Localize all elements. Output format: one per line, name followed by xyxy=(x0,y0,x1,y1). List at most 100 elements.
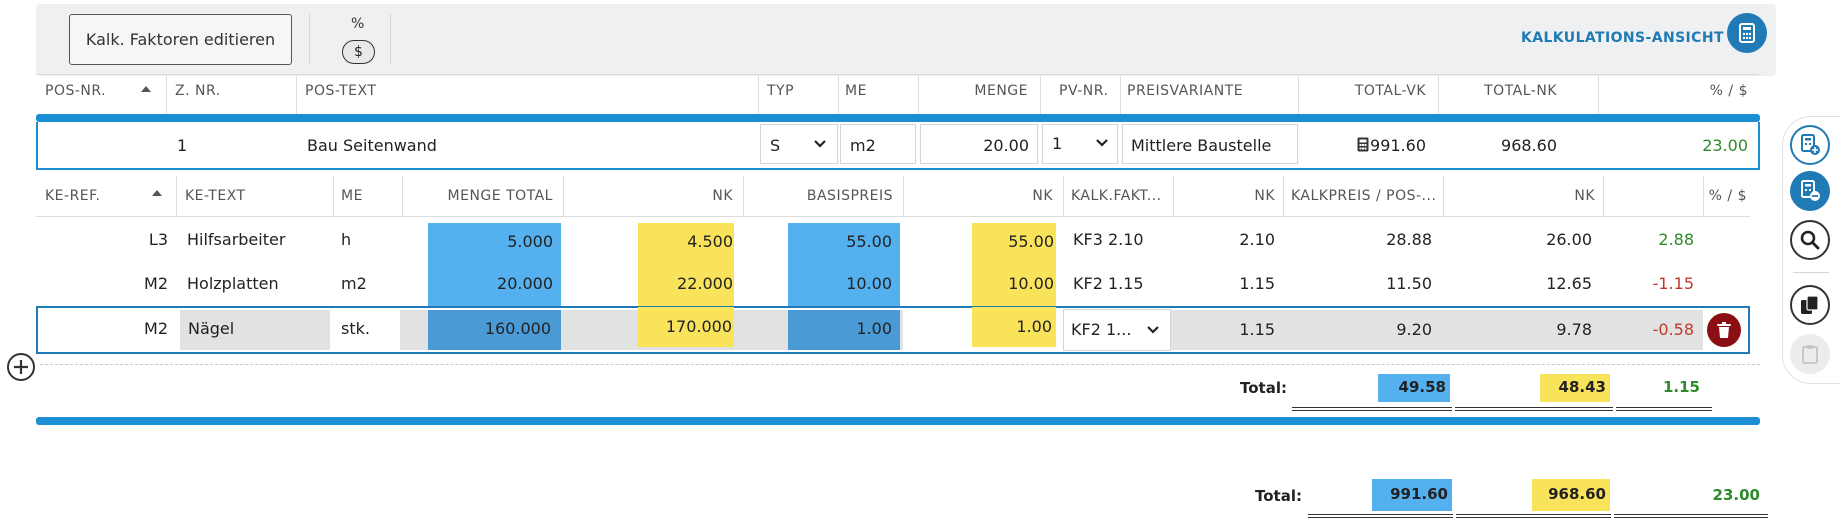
basispreis-cell[interactable]: 10.00 xyxy=(788,265,900,307)
col-ke-text: KE-TEXT xyxy=(185,188,246,204)
pct-value: 23.00 xyxy=(1702,136,1748,155)
nk1-cell[interactable]: 4.500 xyxy=(638,223,734,265)
menge-total-cell[interactable]: 20.000 xyxy=(428,265,561,307)
kalk-fakt-value[interactable]: KF3 2.10 xyxy=(1073,230,1144,249)
preisvariante-input[interactable]: Mittlere Baustelle xyxy=(1122,124,1298,164)
pv-nr-select[interactable]: 1 xyxy=(1042,124,1118,164)
ke-pct-value: 2.88 xyxy=(1658,230,1694,249)
ke-ref-value: M2 xyxy=(144,319,168,338)
col-kalk-fakt: KALK.FAKT... xyxy=(1071,188,1162,204)
typ-select[interactable]: S xyxy=(760,124,838,164)
grand-total-nk-cell: 968.60 xyxy=(1532,479,1610,511)
toolbar-divider xyxy=(309,14,310,64)
col-menge: MENGE xyxy=(974,83,1028,99)
kalk-fakt-value[interactable]: KF2 1.15 xyxy=(1073,274,1144,293)
delete-row-button[interactable] xyxy=(1707,313,1741,347)
col-ke-ref[interactable]: KE-REF. xyxy=(45,188,100,204)
me-input[interactable]: m2 xyxy=(840,124,916,164)
nk2-value: 55.00 xyxy=(1008,232,1054,251)
col-divider xyxy=(1438,76,1439,114)
col-divider xyxy=(1298,76,1299,114)
col-pos-nr[interactable]: POS-NR. xyxy=(45,83,106,99)
menge-input[interactable]: 20.00 xyxy=(920,124,1038,164)
nk1-cell[interactable]: 22.000 xyxy=(638,265,734,307)
dashed-separator xyxy=(40,364,1760,365)
grand-total-nk-value: 968.60 xyxy=(1548,485,1606,503)
kalk-fakt-select[interactable]: KF2 1... xyxy=(1063,309,1171,351)
percent-label: % xyxy=(351,16,365,32)
menge-total-cell[interactable]: 5.000 xyxy=(428,223,561,265)
trash-icon xyxy=(1717,322,1731,338)
ke-ref-value: M2 xyxy=(144,274,168,293)
col-divider xyxy=(1443,176,1444,216)
search-button[interactable] xyxy=(1790,220,1830,260)
ke-pct-value: -0.58 xyxy=(1652,320,1694,339)
pos-text-value[interactable]: Bau Seitenwand xyxy=(307,136,437,155)
paste-icon xyxy=(1802,345,1818,364)
menge-total-input[interactable]: 160.000 xyxy=(428,310,561,350)
col-nk-2: NK xyxy=(1032,188,1053,204)
percent-dollar-toggle[interactable]: $ xyxy=(342,40,375,64)
subtotal-label: Total: xyxy=(1240,379,1287,397)
menge-total-value: 160.000 xyxy=(484,319,551,338)
nk1-value: 22.000 xyxy=(677,274,733,293)
subtotal-pct-value: 1.15 xyxy=(1662,378,1700,396)
chevron-down-icon xyxy=(1147,326,1159,334)
col-typ: TYP xyxy=(767,83,795,99)
toolbar xyxy=(36,4,1776,76)
col-nk-3: NK xyxy=(1254,188,1275,204)
kalkpreis-value: 9.20 xyxy=(1396,320,1432,339)
menge-value: 20.00 xyxy=(983,136,1029,155)
header-top-line xyxy=(36,74,1758,75)
nk2-cell[interactable]: 10.00 xyxy=(972,265,1056,307)
nk1-input[interactable]: 170.000 xyxy=(638,307,734,347)
nk2-value: 1.00 xyxy=(1016,317,1052,336)
grand-total-vk-cell: 991.60 xyxy=(1372,479,1452,511)
ke-text-value: Hilfsarbeiter xyxy=(187,230,286,249)
col-nk-4: NK xyxy=(1574,188,1595,204)
menge-total-value: 20.000 xyxy=(497,274,553,293)
paste-button[interactable] xyxy=(1790,334,1830,374)
copy-button[interactable] xyxy=(1790,285,1830,325)
nk2-input[interactable]: 1.00 xyxy=(972,307,1056,347)
sort-up-icon[interactable] xyxy=(151,189,163,197)
edit-factors-button[interactable]: Kalk. Faktoren editieren xyxy=(69,14,292,65)
double-underline xyxy=(1456,514,1611,518)
preisvariante-value: Mittlere Baustelle xyxy=(1131,136,1272,155)
chevron-down-icon xyxy=(814,140,826,148)
nk2-cell[interactable]: 55.00 xyxy=(972,223,1056,265)
z-nr-value: 1 xyxy=(177,136,188,155)
nk3-value: 1.15 xyxy=(1239,274,1275,293)
subtotal-vk-cell: 49.58 xyxy=(1378,374,1450,402)
ke-header-line xyxy=(36,216,1750,217)
nk2-value: 10.00 xyxy=(1008,274,1054,293)
remove-calculation-button[interactable] xyxy=(1790,171,1830,211)
rail-divider xyxy=(1793,272,1829,273)
nk1-value: 4.500 xyxy=(687,232,733,251)
double-underline xyxy=(1292,407,1452,411)
calculation-view-button[interactable] xyxy=(1727,13,1767,53)
toolbar-divider xyxy=(390,14,391,64)
basispreis-value: 55.00 xyxy=(846,232,892,251)
add-calculation-button[interactable] xyxy=(1790,125,1830,165)
pv-nr-value: 1 xyxy=(1052,134,1063,153)
col-pos-text: POS-TEXT xyxy=(305,83,377,99)
kalkpreis-value: 28.88 xyxy=(1386,230,1432,249)
calculator-icon xyxy=(1357,137,1369,152)
calculator-remove-icon xyxy=(1801,180,1820,201)
col-divider xyxy=(166,76,167,114)
col-divider xyxy=(333,176,334,216)
basispreis-input[interactable]: 1.00 xyxy=(788,310,900,350)
menge-total-value: 5.000 xyxy=(507,232,553,251)
calculation-view-link[interactable]: KALKULATIONS-ANSICHT xyxy=(1521,30,1724,46)
typ-value: S xyxy=(770,136,781,155)
col-me: ME xyxy=(845,83,867,99)
kalkpreis-value: 11.50 xyxy=(1386,274,1432,293)
col-basispreis: BASISPREIS xyxy=(806,188,893,204)
position-row-top-bar xyxy=(36,114,1760,122)
ke-ref-value: L3 xyxy=(148,230,168,249)
col-preisvariante: PREISVARIANTE xyxy=(1127,83,1244,99)
sort-up-icon[interactable] xyxy=(140,85,152,93)
plus-circle-icon[interactable] xyxy=(6,352,36,382)
basispreis-cell[interactable]: 55.00 xyxy=(788,223,900,265)
